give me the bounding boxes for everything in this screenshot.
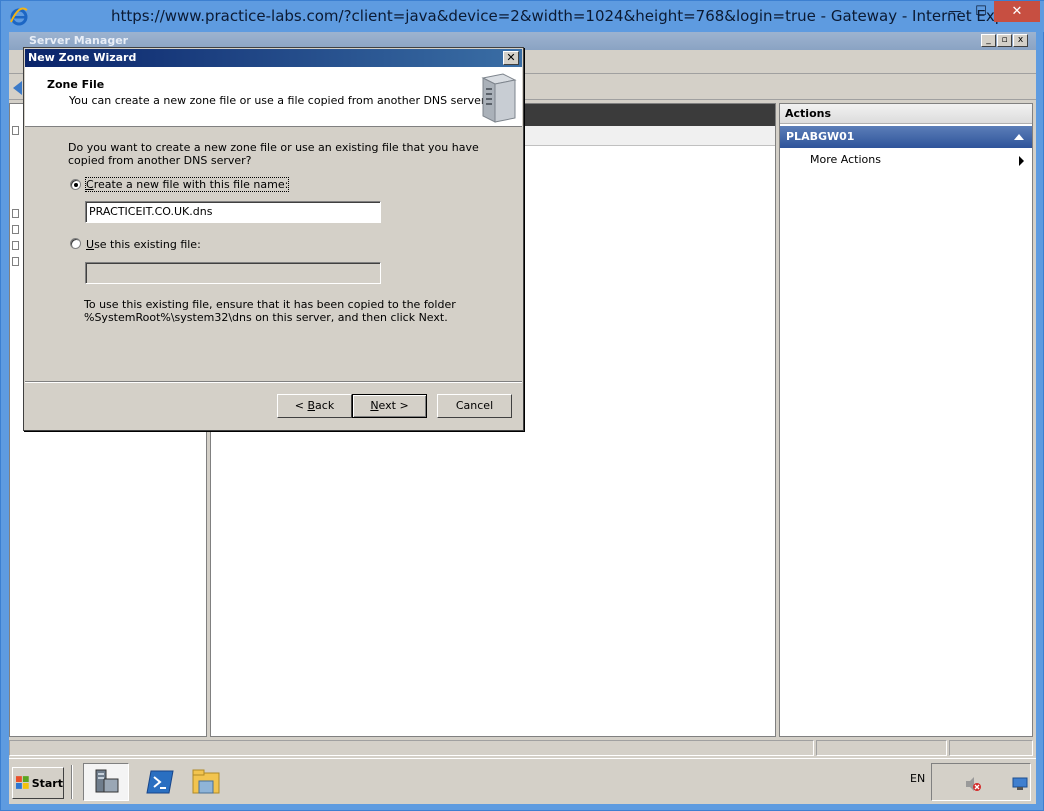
speaker-muted-icon[interactable] <box>964 776 982 792</box>
notification-area <box>931 763 1031 801</box>
maximize-button[interactable]: ☐ <box>968 1 994 22</box>
input-language[interactable]: EN <box>910 772 925 785</box>
tree-expand-icon[interactable] <box>12 257 19 266</box>
zone-file-question: Do you want to create a new zone file or… <box>68 141 479 167</box>
back-arrow-icon[interactable] <box>13 81 22 95</box>
sm-minimize-button[interactable]: _ <box>981 34 996 47</box>
create-new-file-label[interactable]: Create a new file with this file name: <box>84 177 290 192</box>
collapse-icon[interactable] <box>1014 134 1024 140</box>
wizard-page-subtitle: You can create a new zone file or use a … <box>69 94 488 107</box>
status-cell <box>949 740 1033 756</box>
more-actions-item[interactable]: More Actions <box>810 153 881 166</box>
create-new-file-radio[interactable] <box>70 179 81 190</box>
status-cell <box>816 740 947 756</box>
taskbar-server-manager[interactable] <box>83 763 129 801</box>
sm-restore-button[interactable]: ▫ <box>997 34 1012 47</box>
actions-pane: Actions PLABGW01 More Actions <box>779 103 1033 737</box>
taskbar-powershell[interactable] <box>137 763 183 801</box>
use-existing-file-radio[interactable] <box>70 238 81 249</box>
start-label: Start <box>31 776 63 790</box>
close-button[interactable]: ✕ <box>994 1 1040 22</box>
ie-logo-icon <box>10 7 28 26</box>
minimize-button[interactable]: — <box>942 1 968 22</box>
dialog-titlebar[interactable]: New Zone Wizard ✕ <box>25 49 522 67</box>
server-manager-title: Server Manager <box>29 34 129 47</box>
next-button[interactable]: Next > <box>352 394 427 418</box>
network-icon[interactable] <box>1012 777 1028 791</box>
taskbar-file-explorer[interactable] <box>183 763 229 801</box>
remote-desktop[interactable]: Server Manager _ ▫ x Actions PLABGW01 Mo <box>9 32 1036 804</box>
powershell-icon <box>146 770 174 794</box>
start-button[interactable]: Start <box>12 767 64 799</box>
ie-window: https://www.practice-labs.com/?client=ja… <box>0 0 1044 811</box>
new-file-name-input[interactable]: PRACTICEIT.CO.UK.dns <box>85 201 381 223</box>
server-manager-icon <box>95 769 119 793</box>
submenu-arrow-icon <box>1019 156 1024 166</box>
tree-expand-icon[interactable] <box>12 225 19 234</box>
cancel-button[interactable]: Cancel <box>437 394 512 418</box>
server-tower-icon <box>481 73 517 123</box>
status-bar <box>9 739 1033 757</box>
windows-flag-icon <box>16 776 29 789</box>
actions-server-label: PLABGW01 <box>786 130 855 143</box>
dialog-title: New Zone Wizard <box>28 51 137 64</box>
dialog-close-button[interactable]: ✕ <box>503 51 519 65</box>
wizard-page-title: Zone File <box>47 78 105 91</box>
status-cell <box>9 740 814 756</box>
tree-expand-icon[interactable] <box>12 209 19 218</box>
dialog-divider <box>25 381 522 383</box>
dialog-header: Zone File You can create a new zone file… <box>25 67 522 127</box>
actions-server-section[interactable]: PLABGW01 <box>780 126 1032 148</box>
taskbar: Start EN <box>9 758 1036 804</box>
existing-file-input[interactable] <box>85 262 381 284</box>
tree-expand-icon[interactable] <box>12 241 19 250</box>
back-button[interactable]: < Back <box>277 394 352 418</box>
actions-header: Actions <box>780 104 1032 124</box>
ie-window-title: https://www.practice-labs.com/?client=ja… <box>111 7 1039 25</box>
ie-titlebar[interactable]: https://www.practice-labs.com/?client=ja… <box>1 1 1044 32</box>
sm-close-button[interactable]: x <box>1013 34 1028 47</box>
use-existing-file-label[interactable]: Use this existing file: <box>86 238 201 251</box>
tree-expand-icon[interactable] <box>12 126 19 135</box>
file-explorer-icon <box>192 769 220 794</box>
taskbar-separator <box>71 765 73 799</box>
new-zone-wizard-dialog: New Zone Wizard ✕ Zone File You can crea… <box>23 47 524 431</box>
existing-file-note: To use this existing file, ensure that i… <box>84 298 456 324</box>
